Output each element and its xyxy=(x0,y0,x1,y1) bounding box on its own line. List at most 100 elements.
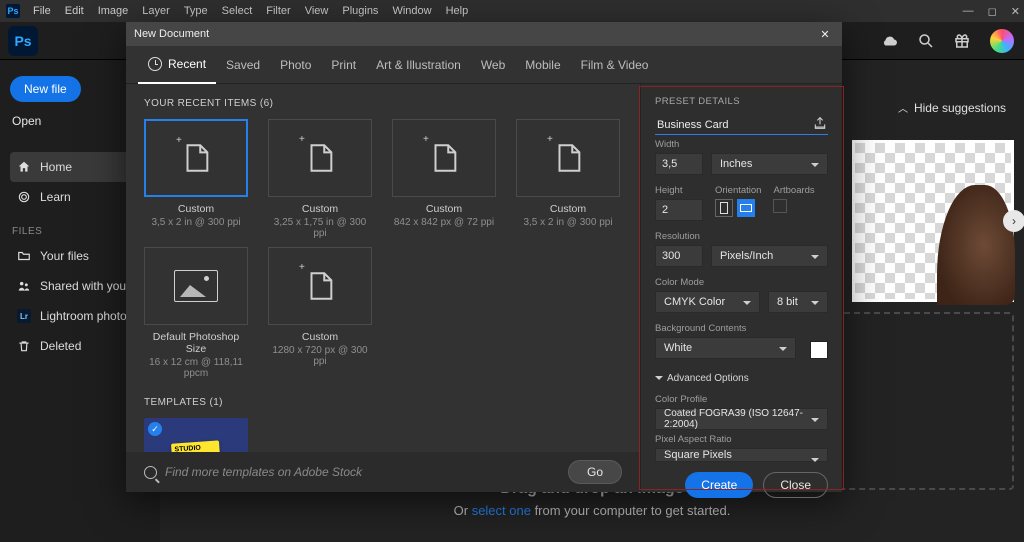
recent-preset-0[interactable]: +Custom3,5 x 2 in @ 300 ppi xyxy=(144,119,248,239)
templates-grid: ✓ STUDIO NAME xyxy=(144,418,630,452)
dialog-close-icon[interactable]: ✕ xyxy=(816,25,834,43)
pixel-aspect-select[interactable]: Square Pixels xyxy=(655,448,828,462)
template-search-go-button[interactable]: Go xyxy=(568,460,622,484)
orientation-portrait[interactable] xyxy=(715,199,733,217)
tab-print[interactable]: Print xyxy=(321,46,366,84)
tab-photo[interactable]: Photo xyxy=(270,46,321,84)
thumbnail-image xyxy=(937,185,1015,305)
hide-suggestions-button[interactable]: ︿ Hide suggestions xyxy=(898,100,1006,115)
new-file-button[interactable]: New file xyxy=(10,76,81,102)
template-search-input[interactable]: Find more templates on Adobe Stock xyxy=(144,465,558,479)
menu-type[interactable]: Type xyxy=(177,5,215,17)
orientation-label: Orientation xyxy=(715,185,761,196)
preset-details-panel: PRESET DETAILS Width Inches Height xyxy=(640,84,842,492)
dialog-titlebar: New Document ✕ xyxy=(126,22,842,46)
image-preset-icon xyxy=(174,270,218,302)
os-menubar: Ps File Edit Image Layer Type Select Fil… xyxy=(0,0,1024,22)
tab-film[interactable]: Film & Video xyxy=(571,46,659,84)
artboards-checkbox[interactable] xyxy=(773,199,787,213)
window-minimize-icon[interactable]: — xyxy=(963,5,974,17)
menu-view[interactable]: View xyxy=(298,5,336,17)
recent-preset-2[interactable]: +Custom842 x 842 px @ 72 ppi xyxy=(392,119,496,239)
close-button[interactable]: Close xyxy=(763,472,828,498)
color-mode-label: Color Mode xyxy=(655,277,828,288)
menu-help[interactable]: Help xyxy=(439,5,476,17)
gift-icon[interactable] xyxy=(952,31,972,51)
bit-depth-select[interactable]: 8 bit xyxy=(768,291,828,313)
width-input[interactable] xyxy=(655,153,703,175)
menu-window[interactable]: Window xyxy=(385,5,438,17)
search-icon[interactable] xyxy=(916,31,936,51)
preset-title: Custom xyxy=(516,203,620,215)
preset-name-input[interactable] xyxy=(655,115,828,135)
search-magnifier-icon xyxy=(144,466,157,479)
orientation-landscape[interactable] xyxy=(737,199,755,217)
resolution-input[interactable] xyxy=(655,245,703,267)
resolution-label: Resolution xyxy=(655,231,828,242)
menu-layer[interactable]: Layer xyxy=(135,5,177,17)
preset-title: Default Photoshop Size xyxy=(144,331,248,355)
recent-preset-1[interactable]: +Custom3,25 x 1,75 in @ 300 ppi xyxy=(268,119,372,239)
recent-preset-3[interactable]: +Custom3,5 x 2 in @ 300 ppi xyxy=(516,119,620,239)
templates-heading: TEMPLATES (1) xyxy=(144,397,630,408)
preset-subtitle: 3,5 x 2 in @ 300 ppi xyxy=(144,217,248,228)
background-swatch[interactable] xyxy=(810,341,828,359)
files-shared-label: Shared with you xyxy=(40,279,126,293)
user-avatar[interactable] xyxy=(990,29,1014,53)
recent-preset-5[interactable]: +Custom1280 x 720 px @ 300 ppi xyxy=(268,247,372,379)
recent-preset-4[interactable]: Default Photoshop Size16 x 12 cm @ 118,1… xyxy=(144,247,248,379)
height-label: Height xyxy=(655,185,703,196)
save-preset-icon[interactable] xyxy=(812,115,828,131)
preset-subtitle: 3,5 x 2 in @ 300 ppi xyxy=(516,217,620,228)
menu-plugins[interactable]: Plugins xyxy=(335,5,385,17)
tab-art[interactable]: Art & Illustration xyxy=(366,46,471,84)
recent-items-heading: YOUR RECENT ITEMS (6) xyxy=(144,98,630,109)
window-maximize-icon[interactable]: ◻ xyxy=(988,5,997,18)
tab-saved[interactable]: Saved xyxy=(216,46,270,84)
shared-icon xyxy=(16,278,32,294)
tab-web[interactable]: Web xyxy=(471,46,515,84)
background-label: Background Contents xyxy=(655,323,828,334)
dialog-title: New Document xyxy=(134,28,209,40)
preset-subtitle: 3,25 x 1,75 in @ 300 ppi xyxy=(268,217,372,239)
photoshop-logo-icon: Ps xyxy=(8,26,38,56)
width-unit-select[interactable]: Inches xyxy=(711,153,828,175)
resolution-unit-select[interactable]: Pixels/Inch xyxy=(711,245,828,267)
menu-file[interactable]: File xyxy=(26,5,58,17)
window-close-icon[interactable]: ✕ xyxy=(1011,5,1020,18)
menu-select[interactable]: Select xyxy=(215,5,260,17)
create-button[interactable]: Create xyxy=(685,472,753,498)
template-search-bar: Find more templates on Adobe Stock Go xyxy=(126,452,640,492)
files-your-files-label: Your files xyxy=(40,249,89,263)
chevron-up-icon: ︿ xyxy=(898,100,908,115)
tab-recent[interactable]: Recent xyxy=(138,46,216,84)
width-label: Width xyxy=(655,139,828,150)
folder-icon xyxy=(16,248,32,264)
preset-title: Custom xyxy=(392,203,496,215)
preset-subtitle: 1280 x 720 px @ 300 ppi xyxy=(268,345,372,367)
artboards-label: Artboards xyxy=(773,185,814,196)
recent-items-grid: +Custom3,5 x 2 in @ 300 ppi+Custom3,25 x… xyxy=(144,119,630,379)
advanced-options-toggle[interactable]: Advanced Options xyxy=(655,373,828,384)
hide-suggestions-label: Hide suggestions xyxy=(914,101,1006,115)
cloud-icon[interactable] xyxy=(880,31,900,51)
suggestion-thumbnail[interactable]: › xyxy=(852,140,1014,302)
menu-image[interactable]: Image xyxy=(91,5,136,17)
document-preset-icon xyxy=(303,141,337,175)
color-mode-select[interactable]: CMYK Color xyxy=(655,291,760,313)
home-icon xyxy=(16,159,32,175)
dialog-tabs: Recent Saved Photo Print Art & Illustrat… xyxy=(126,46,842,84)
preset-subtitle: 842 x 842 px @ 72 ppi xyxy=(392,217,496,228)
tab-mobile[interactable]: Mobile xyxy=(515,46,570,84)
menu-edit[interactable]: Edit xyxy=(58,5,91,17)
next-suggestion-icon[interactable]: › xyxy=(1003,210,1024,232)
background-select[interactable]: White xyxy=(655,337,796,359)
select-one-link[interactable]: select one xyxy=(472,503,531,518)
height-input[interactable] xyxy=(655,199,703,221)
template-selected-icon: ✓ xyxy=(148,422,162,436)
ps-mini-icon: Ps xyxy=(6,4,20,18)
menu-filter[interactable]: Filter xyxy=(259,5,297,17)
color-profile-select[interactable]: Coated FOGRA39 (ISO 12647-2:2004) xyxy=(655,408,828,430)
color-profile-label: Color Profile xyxy=(655,394,828,405)
template-business-card[interactable]: ✓ STUDIO NAME xyxy=(144,418,248,452)
